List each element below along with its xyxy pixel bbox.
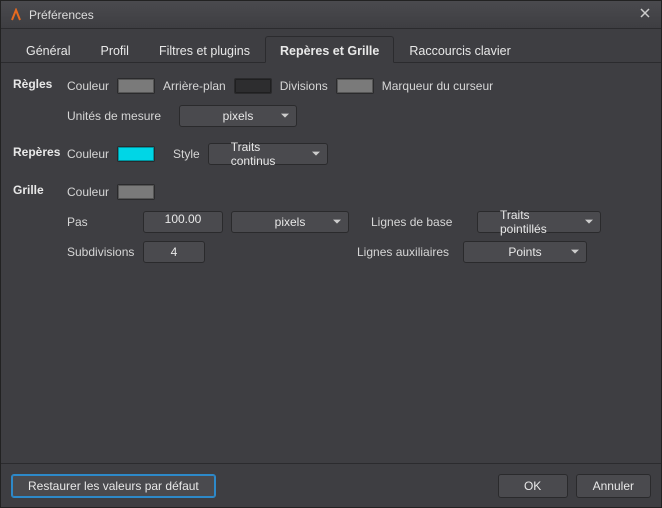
grid-auxlines-dropdown[interactable]: Points xyxy=(463,241,587,263)
guides-style-dropdown[interactable]: Traits continus xyxy=(208,143,328,165)
rules-color-swatch[interactable] xyxy=(117,78,155,94)
rules-color-label: Couleur xyxy=(67,79,109,93)
cancel-button[interactable]: Annuler xyxy=(576,474,651,498)
grid-section: Grille Couleur Pas 100.00 pixels Lignes … xyxy=(13,179,649,269)
grid-step-label: Pas xyxy=(67,215,135,229)
rules-divisions-label: Divisions xyxy=(280,79,328,93)
ok-button[interactable]: OK xyxy=(498,474,568,498)
rules-cursor-marker-label: Marqueur du curseur xyxy=(382,79,493,93)
grid-auxlines-label: Lignes auxiliaires xyxy=(357,245,455,259)
preferences-window: Préférences Général Profil Filtres et pl… xyxy=(0,0,662,508)
rules-units-label: Unités de mesure xyxy=(67,109,171,123)
guides-style-label: Style xyxy=(173,147,200,161)
tab-guides-grid[interactable]: Repères et Grille xyxy=(265,36,394,63)
window-title: Préférences xyxy=(29,8,637,22)
rules-background-swatch[interactable] xyxy=(234,78,272,94)
titlebar: Préférences xyxy=(1,1,661,29)
grid-step-unit-dropdown[interactable]: pixels xyxy=(231,211,349,233)
rules-units-dropdown[interactable]: pixels xyxy=(179,105,297,127)
rules-background-label: Arrière-plan xyxy=(163,79,226,93)
grid-section-label: Grille xyxy=(13,179,67,269)
grid-baselines-label: Lignes de base xyxy=(371,215,469,229)
tab-shortcuts[interactable]: Raccourcis clavier xyxy=(394,36,525,63)
guides-style-value: Traits continus xyxy=(231,140,305,168)
close-icon[interactable] xyxy=(637,7,653,23)
guides-color-swatch[interactable] xyxy=(117,146,155,162)
tab-content: Règles Couleur Arrière-plan Divisions Ma… xyxy=(1,63,661,463)
app-logo-icon xyxy=(9,8,23,22)
tab-bar: Général Profil Filtres et plugins Repère… xyxy=(1,29,661,63)
rules-units-value: pixels xyxy=(223,109,254,123)
grid-subdivisions-input[interactable]: 4 xyxy=(143,241,205,263)
grid-color-label: Couleur xyxy=(67,185,109,199)
guides-color-label: Couleur xyxy=(67,147,109,161)
grid-auxlines-value: Points xyxy=(508,245,541,259)
grid-step-unit-value: pixels xyxy=(275,215,306,229)
rules-section-label: Règles xyxy=(13,73,67,133)
grid-baselines-dropdown[interactable]: Traits pointillés xyxy=(477,211,601,233)
rules-divisions-swatch[interactable] xyxy=(336,78,374,94)
restore-defaults-button[interactable]: Restaurer les valeurs par défaut xyxy=(11,474,216,498)
tab-filters-plugins[interactable]: Filtres et plugins xyxy=(144,36,265,63)
grid-color-swatch[interactable] xyxy=(117,184,155,200)
guides-section: Repères Couleur Style Traits continus xyxy=(13,141,649,171)
tab-profil[interactable]: Profil xyxy=(85,36,143,63)
tab-general[interactable]: Général xyxy=(11,36,85,63)
guides-section-label: Repères xyxy=(13,141,67,171)
grid-subdivisions-label: Subdivisions xyxy=(67,245,135,259)
rules-section: Règles Couleur Arrière-plan Divisions Ma… xyxy=(13,73,649,133)
dialog-footer: Restaurer les valeurs par défaut OK Annu… xyxy=(1,463,661,507)
grid-step-input[interactable]: 100.00 xyxy=(143,211,223,233)
grid-baselines-value: Traits pointillés xyxy=(500,208,578,236)
